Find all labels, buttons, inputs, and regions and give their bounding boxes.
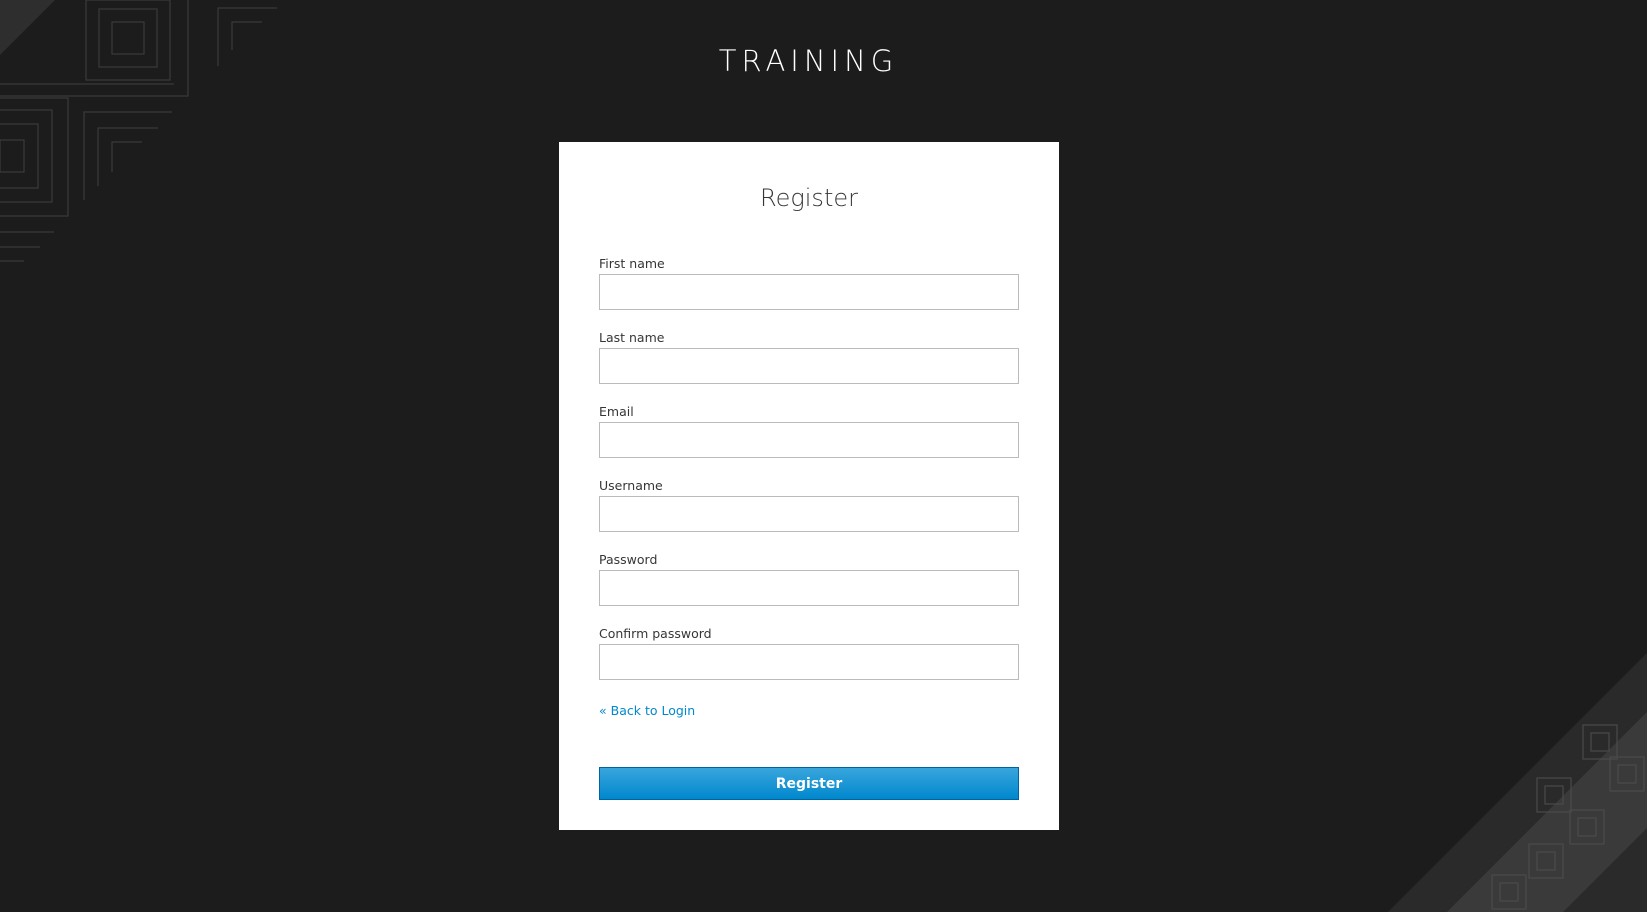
confirm-password-field-group: Confirm password — [599, 626, 1019, 680]
email-input[interactable] — [599, 422, 1019, 458]
username-input[interactable] — [599, 496, 1019, 532]
register-button[interactable]: Register — [599, 767, 1019, 800]
password-input[interactable] — [599, 570, 1019, 606]
email-field-group: Email — [599, 404, 1019, 458]
top-left-pattern — [0, 0, 277, 262]
username-label: Username — [599, 478, 663, 493]
bottom-right-pattern — [1388, 653, 1647, 912]
confirm-password-input[interactable] — [599, 644, 1019, 680]
back-to-login-link[interactable]: « Back to Login — [599, 703, 695, 719]
page-title: TRAINING — [718, 44, 899, 78]
first-name-label: First name — [599, 256, 665, 271]
register-card: Register First name Last name Email User… — [559, 142, 1059, 830]
login-page-background: TRAINING Register First name Last name E… — [0, 0, 1647, 912]
last-name-input[interactable] — [599, 348, 1019, 384]
first-name-input[interactable] — [599, 274, 1019, 310]
register-form: First name Last name Email Username Pass… — [599, 256, 1019, 800]
first-name-field-group: First name — [599, 256, 1019, 310]
password-field-group: Password — [599, 552, 1019, 606]
confirm-password-label: Confirm password — [599, 626, 712, 641]
last-name-label: Last name — [599, 330, 665, 345]
email-label: Email — [599, 404, 634, 419]
last-name-field-group: Last name — [599, 330, 1019, 384]
register-heading: Register — [760, 184, 858, 212]
password-label: Password — [599, 552, 658, 567]
username-field-group: Username — [599, 478, 1019, 532]
